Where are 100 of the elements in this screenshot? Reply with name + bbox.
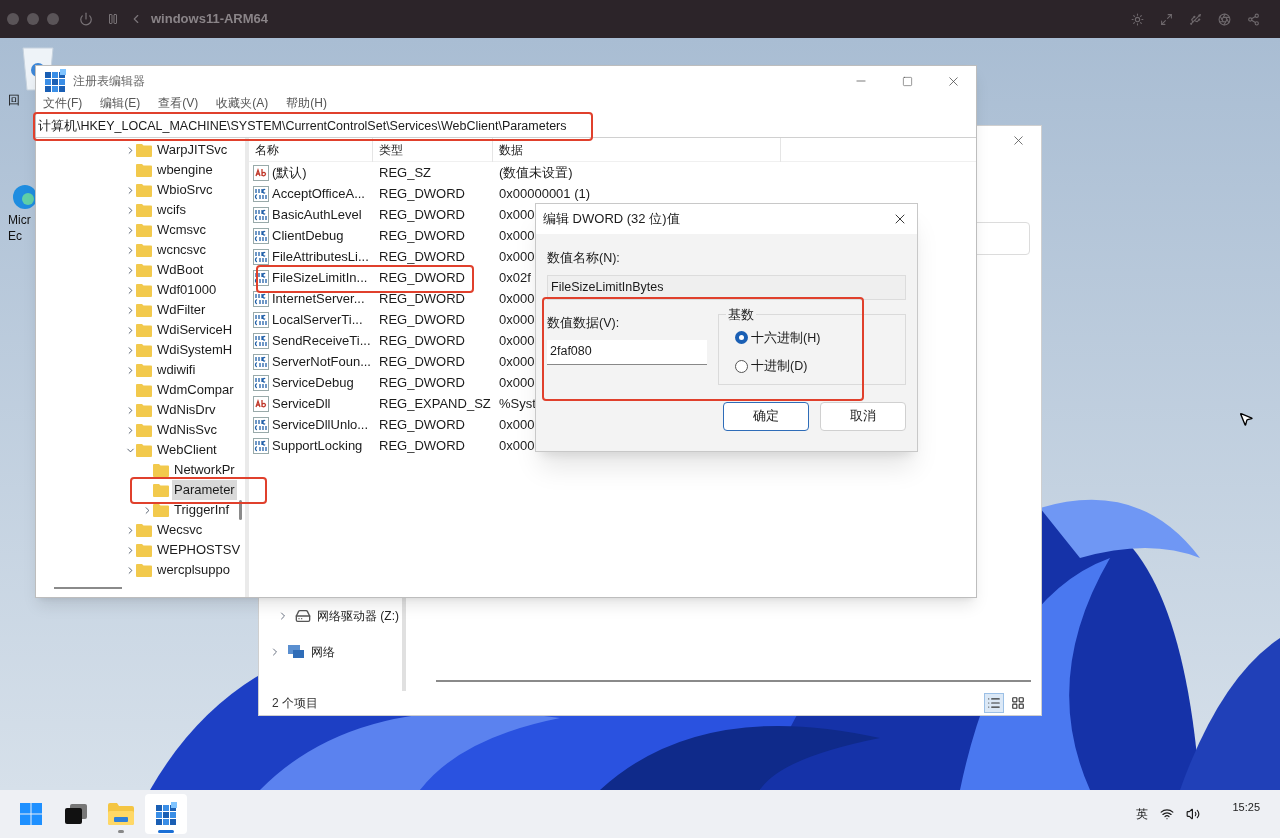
horizontal-scrollbar[interactable]	[54, 587, 122, 589]
radio-label[interactable]: 十六进制(H)	[751, 328, 821, 348]
browser-icon[interactable]	[11, 182, 35, 212]
volume-icon[interactable]	[1186, 807, 1201, 821]
value-type-cell-text: REG_DWORD	[378, 289, 466, 308]
value-name-cell[interactable]: ClientDebug	[272, 225, 344, 246]
column-header[interactable]: 数据	[493, 138, 781, 162]
pause-icon[interactable]	[107, 13, 119, 25]
tree-item[interactable]: WdBoot	[155, 260, 206, 280]
value-name-cell[interactable]: BasicAuthLevel	[272, 204, 362, 225]
resize-icon[interactable]	[1160, 12, 1173, 26]
value-data-cell-text: %Syst	[498, 394, 536, 413]
binary-value-icon	[253, 353, 269, 370]
wifi-icon[interactable]	[1160, 807, 1175, 821]
value-data-cell-text: 0x000	[498, 415, 535, 434]
cubes-icon	[43, 69, 67, 93]
nav-item[interactable]: 网络	[311, 643, 335, 661]
folder-icon	[136, 563, 152, 577]
tree-item[interactable]: WdNisSvc	[155, 420, 219, 440]
binary-value-icon	[253, 290, 269, 307]
value-data-cell-text: 0x000	[498, 226, 535, 245]
folder-icon	[136, 283, 152, 297]
radio-button[interactable]	[735, 331, 748, 345]
column-header[interactable]: 类型	[373, 138, 493, 162]
menu-item[interactable]: 编辑(E)	[95, 96, 146, 111]
tree-item[interactable]: wercplsuppo	[155, 560, 232, 580]
tree-item[interactable]: Wecsvc	[155, 520, 205, 540]
value-type-cell-text: REG_DWORD	[378, 352, 466, 371]
radio-button[interactable]	[735, 360, 748, 374]
tree-item[interactable]: WdiServiceH	[155, 320, 235, 340]
tree-item[interactable]: WarpJITSvc	[155, 140, 230, 160]
menu-item[interactable]: 帮助(H)	[281, 96, 332, 111]
tree-item[interactable]: wcncsvc	[155, 240, 209, 260]
value-name-cell[interactable]: InternetServer...	[272, 288, 365, 309]
tree-item[interactable]: wcifs	[155, 200, 188, 220]
value-name-field: FileSizeLimitInBytes	[547, 274, 906, 300]
value-name-cell[interactable]: FileSizeLimitIn...	[272, 267, 368, 288]
clock[interactable]: 15:25	[1232, 798, 1260, 816]
host-window-title: windows11-ARM64	[151, 10, 269, 29]
value-name-cell[interactable]: SupportLocking	[272, 435, 363, 456]
tree-item[interactable]: Wcmsvc	[155, 220, 209, 240]
binary-value-icon	[253, 227, 269, 244]
value-name-cell[interactable]: ServerNotFoun...	[272, 351, 371, 372]
power-icon[interactable]	[79, 12, 93, 26]
value-data-cell-text: 0x000	[498, 352, 535, 371]
radio-label[interactable]: 十进制(D)	[751, 357, 808, 376]
tree-item[interactable]: NetworkPr	[172, 460, 237, 480]
column-header[interactable]: 名称	[249, 138, 373, 162]
vertical-scrollbar[interactable]	[239, 500, 242, 520]
tree-item[interactable]: Wdf01000	[155, 280, 219, 300]
horizontal-scrollbar[interactable]	[436, 680, 1031, 682]
usb-icon[interactable]	[1189, 12, 1202, 26]
folder-icon	[136, 263, 152, 277]
value-name-cell[interactable]: ServiceDebug	[272, 372, 354, 393]
folder-icon	[153, 503, 169, 517]
tree-item[interactable]: Parameter	[172, 480, 237, 500]
folder-icon	[136, 223, 152, 237]
tree-item[interactable]: wbengine	[155, 160, 215, 180]
aperture-icon[interactable]	[1218, 12, 1231, 26]
value-data-cell-text: 0x02f	[498, 268, 531, 287]
menu-item[interactable]: 收藏夹(A)	[211, 96, 274, 111]
brightness-icon[interactable]	[1131, 12, 1144, 26]
menu-item[interactable]: 查看(V)	[153, 96, 204, 111]
menu-item[interactable]: 文件(F)	[38, 96, 88, 111]
tree-item[interactable]: wdiwifi	[155, 360, 198, 380]
value-type-cell-text: REG_DWORD	[378, 205, 466, 224]
folder-icon	[136, 523, 152, 537]
nav-item[interactable]: 网络驱动器 (Z:)	[317, 607, 399, 625]
value-name-cell[interactable]: SendReceiveTi...	[272, 330, 371, 351]
value-data-cell-text: 0x000	[498, 247, 535, 266]
address-field[interactable]: 计算机\HKEY_LOCAL_MACHINE\SYSTEM\CurrentControlSet\Services\WebClient\Parameters	[38, 117, 567, 136]
ok-button[interactable]: 确定	[723, 401, 809, 431]
value-type-cell-text: REG_DWORD	[378, 373, 466, 392]
tree-item[interactable]: WdmCompar	[155, 380, 236, 400]
value-name-cell[interactable]: ServiceDll	[272, 393, 331, 414]
cubes-icon	[154, 802, 178, 826]
field-label: 数值数据(V):	[547, 314, 621, 332]
tree-item[interactable]: WdFilter	[155, 300, 208, 320]
folder-icon	[136, 203, 152, 217]
tree-item[interactable]: WEPHOSTSV	[155, 540, 243, 560]
value-name-cell[interactable]: LocalServerTi...	[272, 309, 363, 330]
taskbar-button[interactable]	[145, 794, 187, 834]
cancel-button[interactable]: 取消	[820, 401, 906, 431]
value-name-cell[interactable]: AcceptOfficeA...	[272, 183, 365, 204]
tree-item[interactable]: TriggerInf	[172, 500, 232, 520]
folder-icon	[136, 343, 152, 357]
maximize-icon[interactable]	[901, 75, 913, 87]
value-type-cell-text: REG_EXPAND_SZ	[378, 394, 492, 413]
value-name-cell[interactable]: FileAttributesLi...	[272, 246, 369, 267]
tree-item[interactable]: WbioSrvc	[155, 180, 215, 200]
tree-item[interactable]: WdNisDrv	[155, 400, 218, 420]
input-method-indicator[interactable]: 英	[1136, 805, 1149, 823]
details-view-button[interactable]	[984, 693, 1004, 713]
share-icon[interactable]	[1247, 12, 1260, 26]
value-name-cell[interactable]: ServiceDllUnlo...	[272, 414, 369, 435]
value-data-field[interactable]: 2faf080	[547, 339, 707, 365]
tree-item[interactable]: WebClient	[155, 440, 219, 460]
folder-icon	[153, 463, 169, 477]
tree-item[interactable]: WdiSystemH	[155, 340, 235, 360]
value-name-cell[interactable]: (默认)	[272, 162, 307, 183]
